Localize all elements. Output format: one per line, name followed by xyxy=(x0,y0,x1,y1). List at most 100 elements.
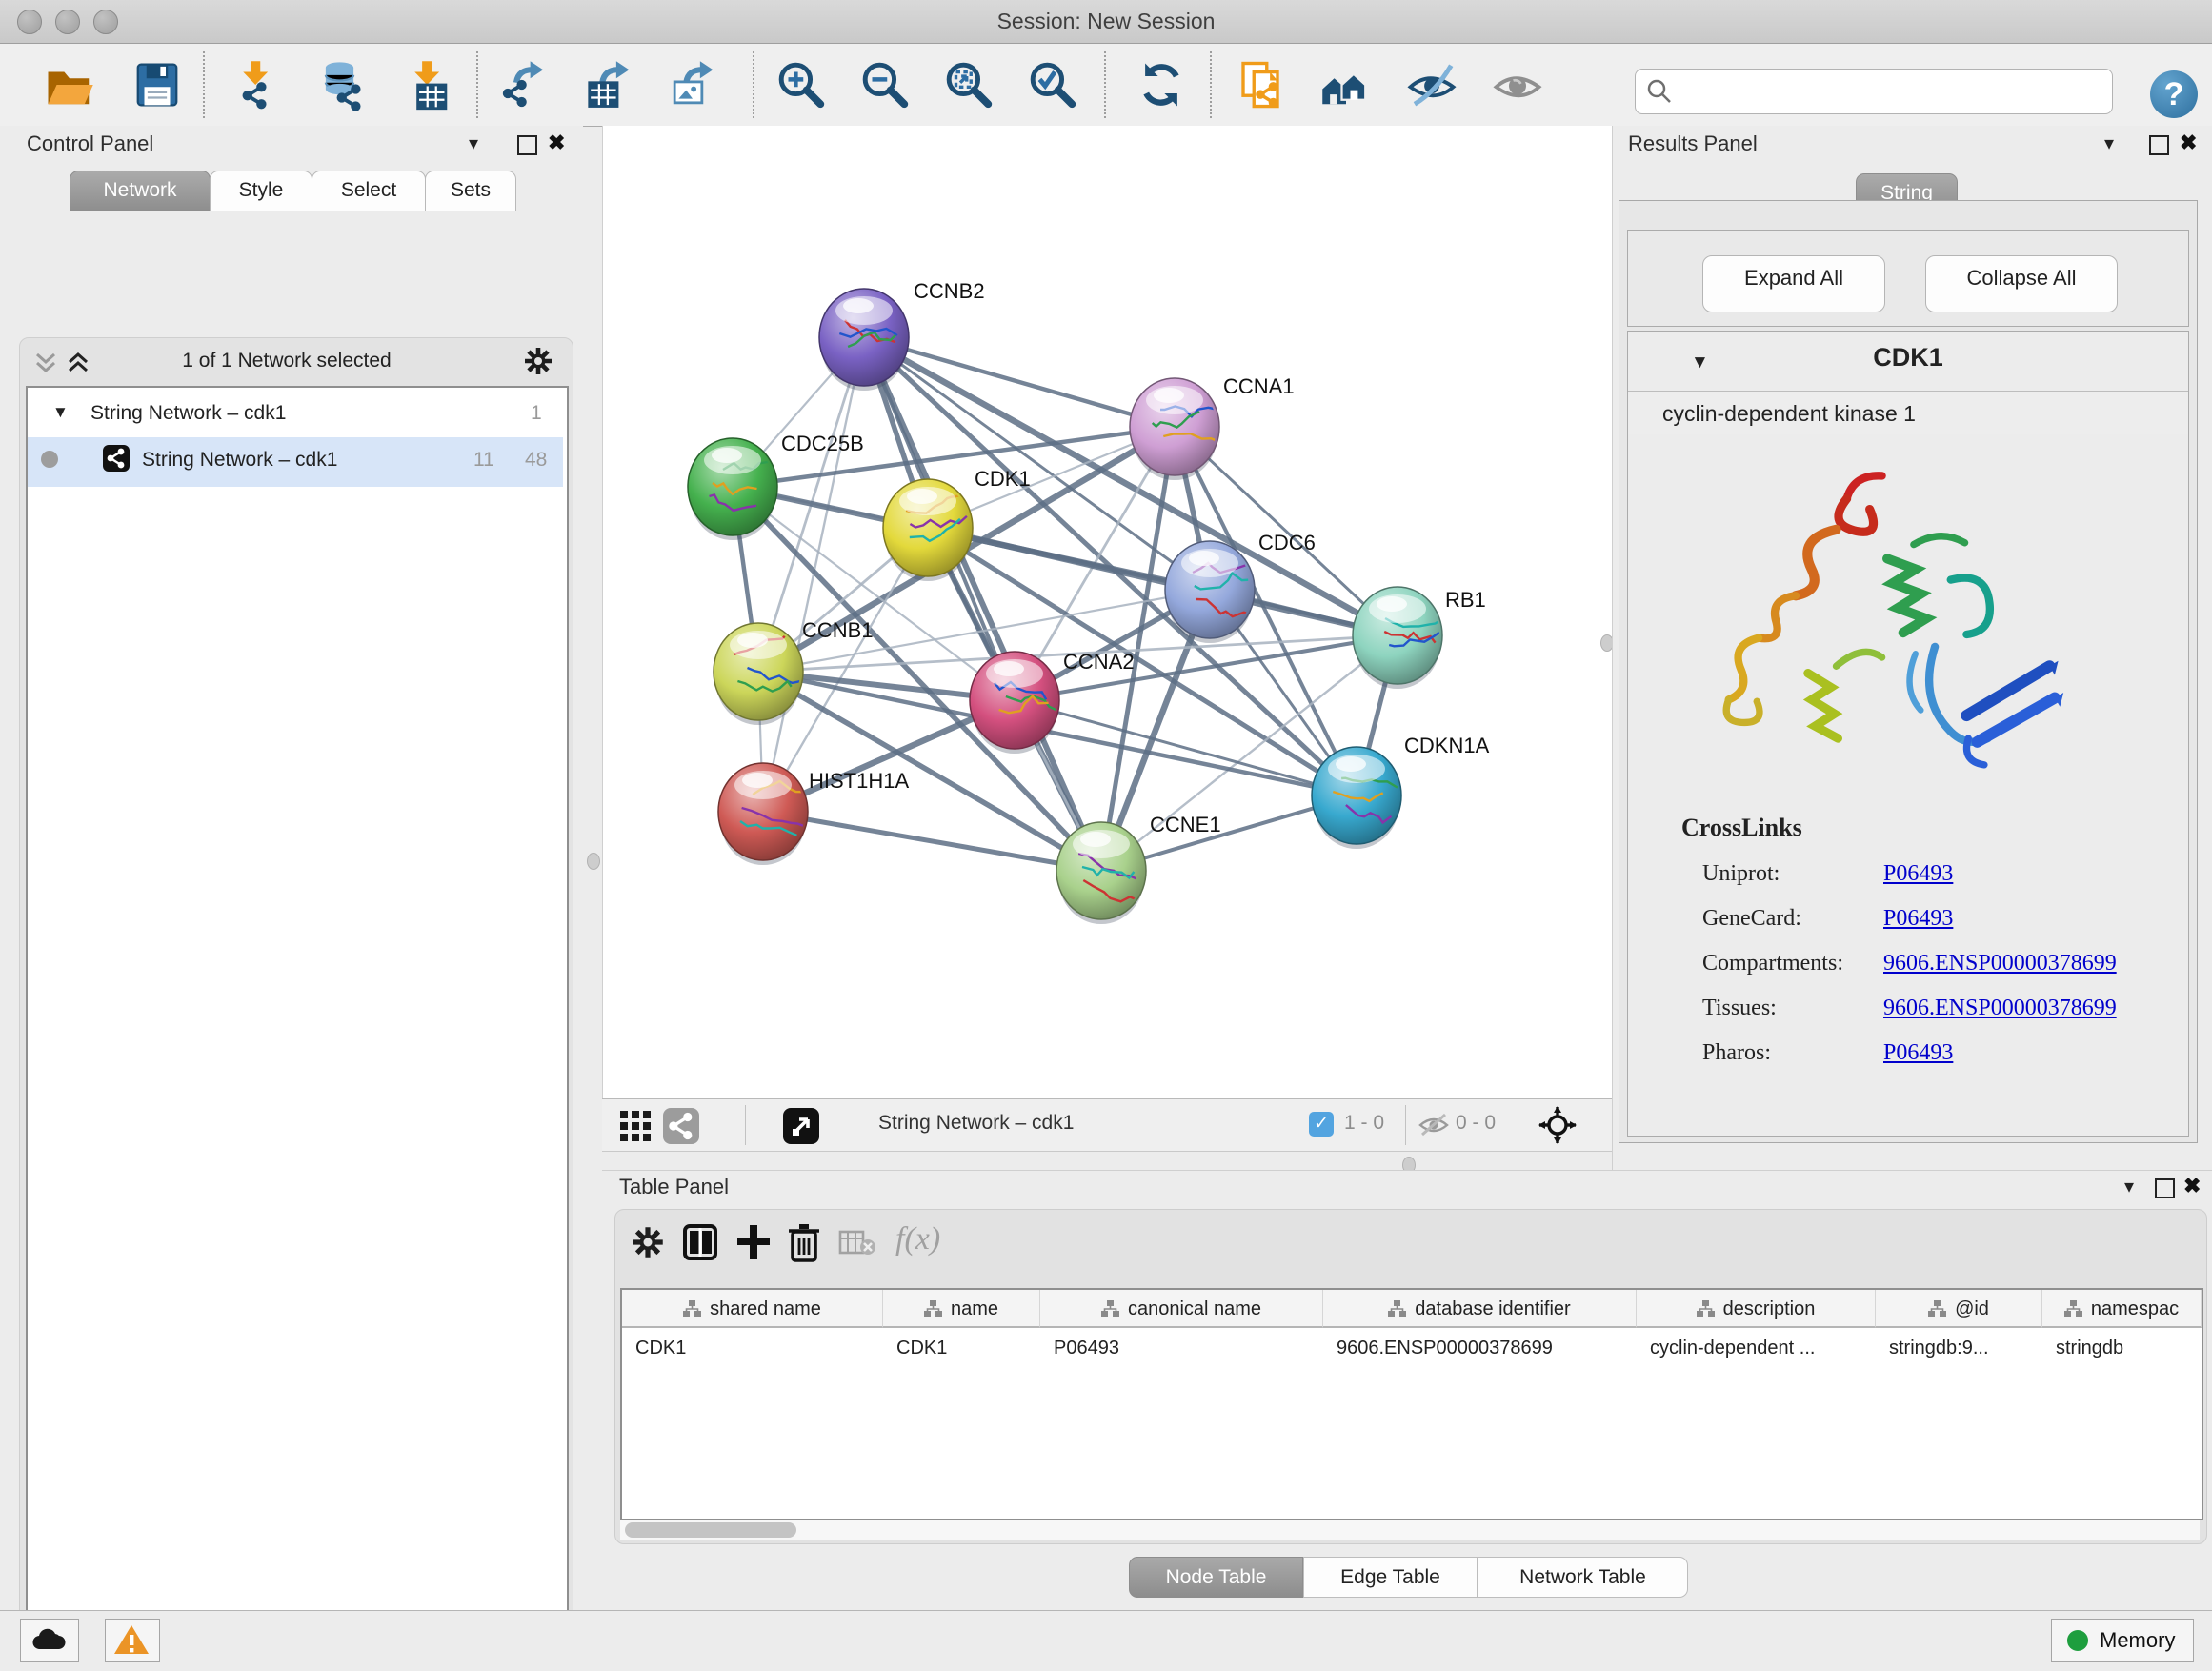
first-neighbors-icon[interactable] xyxy=(1320,59,1372,111)
show-columns-icon[interactable] xyxy=(682,1223,718,1261)
tab-style[interactable]: Style xyxy=(210,171,312,211)
node-CCNB2[interactable] xyxy=(819,289,909,391)
delete-table-icon[interactable] xyxy=(838,1229,876,1258)
crosslink-value-link[interactable]: 9606.ENSP00000378699 xyxy=(1883,996,2117,1021)
node-RB1[interactable] xyxy=(1353,587,1443,689)
collapse-all-button[interactable]: Collapse All xyxy=(1925,255,2118,312)
export-network-icon[interactable] xyxy=(499,59,551,111)
network-canvas[interactable]: CCNB2 CCNA1 CDC25B CDK1 CDC6 RB1 xyxy=(602,126,1613,1098)
tab-node-table[interactable]: Node Table xyxy=(1129,1557,1303,1598)
fit-selected-crosshair-icon[interactable] xyxy=(1538,1106,1577,1144)
help-icon[interactable]: ? xyxy=(2150,70,2198,118)
column-header-name[interactable]: name xyxy=(883,1290,1040,1328)
delete-column-trash-icon[interactable] xyxy=(787,1222,821,1262)
search-box[interactable] xyxy=(1635,69,2113,114)
node-CCNE1[interactable] xyxy=(1056,822,1146,924)
control-panel-float-icon[interactable] xyxy=(517,135,537,155)
show-all-icon[interactable] xyxy=(1492,59,1543,111)
export-image-icon[interactable] xyxy=(667,59,718,111)
column-header-canonical-name[interactable]: canonical name xyxy=(1040,1290,1323,1328)
column-header-database-identifier[interactable]: database identifier xyxy=(1323,1290,1637,1328)
copy-style-icon[interactable] xyxy=(1235,59,1286,111)
network-options-gear-icon[interactable] xyxy=(523,346,553,376)
table-scrollbar-thumb[interactable] xyxy=(625,1522,796,1538)
table-cell[interactable]: P06493 xyxy=(1040,1330,1323,1368)
import-table-file-icon[interactable] xyxy=(404,59,455,111)
table-horizontal-scrollbar[interactable] xyxy=(620,1520,2200,1540)
crosslink-value-link[interactable]: P06493 xyxy=(1883,1040,1953,1066)
memory-button[interactable]: Memory xyxy=(2051,1619,2194,1662)
column-header-shared-name[interactable]: shared name xyxy=(622,1290,883,1328)
table-cell[interactable]: 9606.ENSP00000378699 xyxy=(1323,1330,1637,1368)
node-CDKN1A[interactable] xyxy=(1312,747,1401,849)
node-CCNA2[interactable] xyxy=(970,652,1059,754)
table-panel-close-icon[interactable]: ✖ xyxy=(2183,1174,2201,1198)
function-builder-icon: f(x) xyxy=(895,1221,940,1258)
node-CDC25B[interactable] xyxy=(688,438,777,540)
tab-sets[interactable]: Sets xyxy=(425,171,516,211)
add-column-icon[interactable] xyxy=(735,1223,772,1261)
node-table[interactable]: shared name name canonical name database… xyxy=(620,1288,2203,1520)
table-options-gear-icon[interactable] xyxy=(631,1225,665,1259)
memory-status-dot-icon xyxy=(2067,1630,2088,1651)
save-session-icon[interactable] xyxy=(131,59,183,111)
zoom-selected-icon[interactable] xyxy=(1027,59,1078,111)
control-panel-menu-icon[interactable]: ▾ xyxy=(469,131,478,155)
tree-row-network[interactable]: String Network – cdk1 11 48 xyxy=(28,437,563,487)
hide-selected-icon[interactable] xyxy=(1406,59,1458,111)
network-view-title: String Network – cdk1 xyxy=(878,1112,1074,1135)
table-cell[interactable]: stringdb xyxy=(2042,1330,2202,1368)
import-network-file-icon[interactable] xyxy=(232,59,284,111)
tree-row-collection[interactable]: ▼ String Network – cdk1 1 xyxy=(28,393,563,437)
results-panel-close-icon[interactable]: ✖ xyxy=(2180,131,2197,155)
expand-all-button[interactable]: Expand All xyxy=(1702,255,1885,312)
table-cell[interactable]: stringdb:9... xyxy=(1876,1330,2042,1368)
grid-view-icon[interactable] xyxy=(619,1110,652,1142)
column-header-@id[interactable]: @id xyxy=(1876,1290,2042,1328)
node-CDK1[interactable] xyxy=(883,479,973,581)
share-view-icon[interactable] xyxy=(663,1108,699,1144)
node-CCNB1[interactable] xyxy=(714,623,803,725)
refresh-icon[interactable] xyxy=(1136,59,1187,111)
table-cell[interactable]: CDK1 xyxy=(883,1330,1040,1368)
table-cell[interactable]: CDK1 xyxy=(622,1330,883,1368)
expand-all-chevrons-icon[interactable] xyxy=(66,352,90,374)
export-table-icon[interactable] xyxy=(583,59,634,111)
column-header-description[interactable]: description xyxy=(1637,1290,1876,1328)
control-panel-close-icon[interactable]: ✖ xyxy=(548,131,565,155)
table-cell[interactable]: cyclin-dependent ... xyxy=(1637,1330,1876,1368)
tree-expander-icon[interactable]: ▼ xyxy=(52,403,69,422)
tab-network[interactable]: Network xyxy=(70,171,211,211)
zoom-in-icon[interactable] xyxy=(775,59,827,111)
zoom-out-icon[interactable] xyxy=(859,59,911,111)
node-HIST1H1A[interactable] xyxy=(718,763,814,865)
selected-nodes-checkbox-icon[interactable]: ✓ xyxy=(1309,1112,1334,1137)
node-CCNA1[interactable] xyxy=(1130,378,1222,480)
node-label-CCNB2: CCNB2 xyxy=(914,279,985,303)
warning-button[interactable] xyxy=(105,1619,160,1662)
open-file-icon[interactable] xyxy=(44,59,95,111)
results-panel-menu-icon[interactable]: ▾ xyxy=(2104,131,2114,155)
column-header-namespac[interactable]: namespac xyxy=(2042,1290,2202,1328)
entry-gene-name: CDK1 xyxy=(1628,343,2188,372)
control-panel-title: Control Panel xyxy=(27,131,153,156)
results-panel-float-icon[interactable] xyxy=(2149,135,2169,155)
import-network-database-icon[interactable] xyxy=(318,59,370,111)
zoom-fit-icon[interactable] xyxy=(943,59,995,111)
tab-select[interactable]: Select xyxy=(312,171,426,211)
crosslink-value-link[interactable]: P06493 xyxy=(1883,906,1953,932)
network-selection-status: 1 of 1 Network selected xyxy=(106,350,468,372)
table-panel-float-icon[interactable] xyxy=(2155,1178,2175,1198)
hidden-items-eye-icon[interactable] xyxy=(1418,1112,1450,1138)
table-panel-menu-icon[interactable]: ▾ xyxy=(2124,1175,2134,1198)
collapse-all-chevrons-icon[interactable] xyxy=(33,352,58,374)
tab-edge-table[interactable]: Edge Table xyxy=(1303,1557,1478,1598)
search-input[interactable] xyxy=(1678,73,2101,108)
tab-network-table[interactable]: Network Table xyxy=(1478,1557,1688,1598)
left-splitter-handle[interactable] xyxy=(587,853,600,870)
birds-eye-view-icon[interactable] xyxy=(783,1108,819,1144)
crosslink-value-link[interactable]: P06493 xyxy=(1883,861,1953,887)
cloud-button[interactable] xyxy=(20,1619,79,1662)
node-CDC6[interactable] xyxy=(1165,541,1255,643)
crosslink-value-link[interactable]: 9606.ENSP00000378699 xyxy=(1883,951,2117,976)
